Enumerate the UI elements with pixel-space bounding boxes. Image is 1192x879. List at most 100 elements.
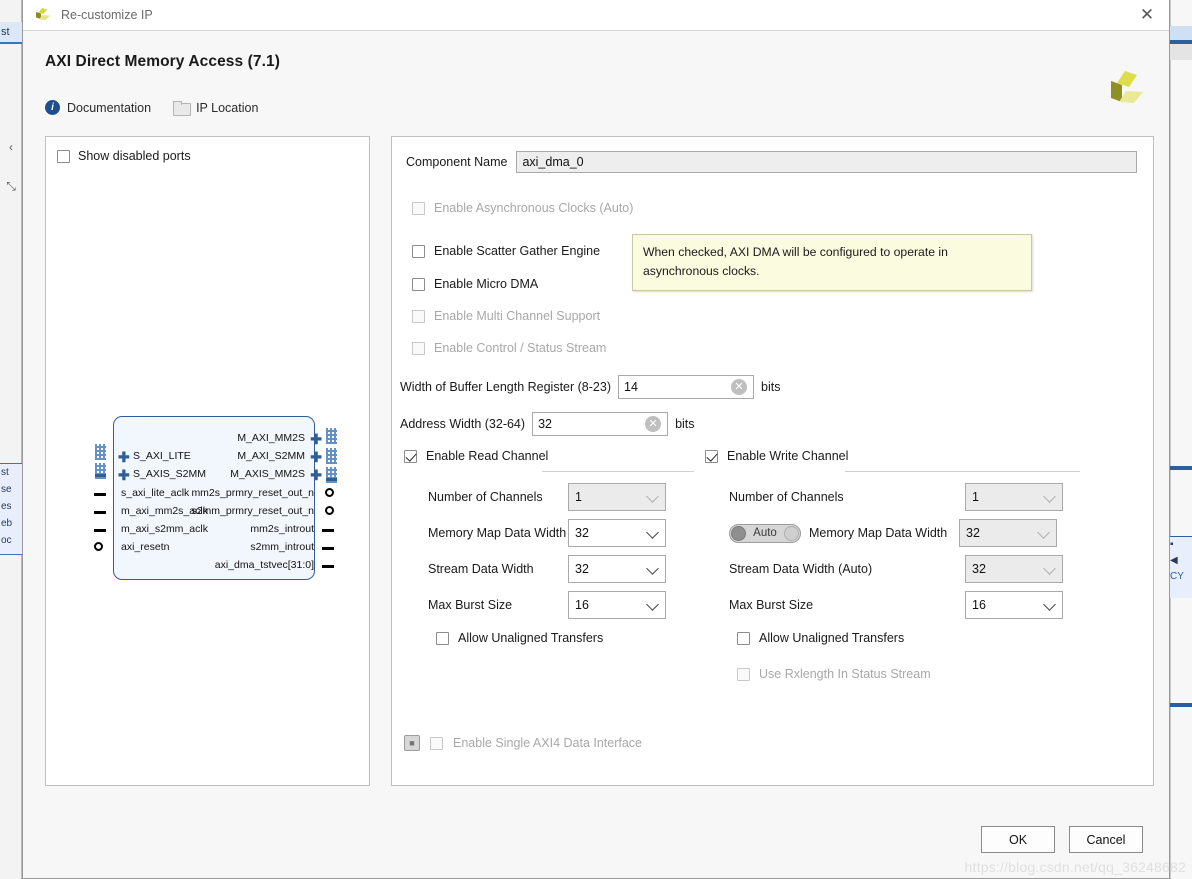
enable-write-channel-checkbox[interactable] [705,449,718,463]
chevron-down-icon [646,490,659,503]
port-label-mm2s-introut: mm2s_introut [250,523,314,535]
write-memory-map-data-width-row: Auto Memory Map Data Width 32 [729,519,1057,547]
write-allow-unaligned-checkbox[interactable] [737,631,750,645]
read-allow-unaligned-checkbox[interactable] [436,631,449,645]
write-memory-map-data-width-select[interactable]: 32 [959,519,1057,547]
auto-toggle[interactable]: Auto [729,523,801,543]
read-number-of-channels-select[interactable]: 1 [568,483,666,511]
expand-m-axi-s2mm-icon[interactable]: ✚ [310,450,322,464]
read-memory-map-data-width-select[interactable]: 32 [568,519,666,547]
enable-multi-channel-checkbox[interactable] [412,309,425,323]
enable-single-axi4-row[interactable]: ■ Enable Single AXI4 Data Interface [404,735,642,751]
ip-location-link[interactable]: IP Location [173,101,258,116]
buffer-length-row: Width of Buffer Length Register (8-23) 1… [392,375,780,399]
enable-async-clocks-checkbox[interactable] [412,201,425,215]
port-label-m-axi-s2mm-aclk: m_axi_s2mm_aclk [121,523,208,535]
enable-read-channel-checkbox[interactable] [404,449,417,463]
enable-micro-dma-row[interactable]: Enable Micro DMA [392,277,538,291]
folder-icon [173,101,192,116]
port-label-m-axi-mm2s: M_AXI_MM2S [237,432,305,444]
write-stream-data-width-select[interactable]: 32 [965,555,1063,583]
chevron-down-icon [646,598,659,611]
chevron-down-icon [1043,598,1056,611]
enable-read-channel-row[interactable]: Enable Read Channel [404,449,704,463]
address-width-label: Address Width (32-64) [400,417,526,431]
read-memory-map-data-width-label: Memory Map Data Width [428,526,567,540]
expand-m-axi-mm2s-icon[interactable]: ✚ [310,432,322,446]
use-rxlength-checkbox[interactable] [737,667,750,681]
bus-pin-m-axi-s2mm [326,448,337,464]
dialog-footer: OK Cancel [23,813,1169,878]
read-allow-unaligned-row[interactable]: Allow Unaligned Transfers [436,631,603,645]
read-max-burst-size-select[interactable]: 16 [568,591,666,619]
enable-scatter-gather-checkbox[interactable] [412,244,425,258]
write-stream-data-width-label: Stream Data Width (Auto) [729,562,873,576]
write-max-burst-size-row: Max Burst Size 16 [729,591,1063,619]
documentation-link[interactable]: i Documentation [45,100,151,115]
show-disabled-ports-row[interactable]: Show disabled ports [46,137,369,163]
enable-read-channel-label: Enable Read Channel [426,449,549,463]
address-width-value: 32 [538,417,552,431]
enable-single-axi4-checkbox[interactable] [430,736,443,750]
enable-async-clocks-label: Enable Asynchronous Clocks (Auto) [434,201,634,215]
auto-toggle-knob-right [784,525,799,541]
expand-m-axis-mm2s-icon[interactable]: ✚ [310,468,322,482]
enable-multi-channel-row[interactable]: Enable Multi Channel Support [392,309,600,323]
enable-micro-dma-checkbox[interactable] [412,277,425,291]
component-name-input[interactable]: axi_dma_0 [516,151,1137,173]
buffer-length-unit: bits [761,380,781,394]
write-allow-unaligned-row[interactable]: Allow Unaligned Transfers [737,631,904,645]
dialog-titlebar: Re-customize IP ✕ [23,0,1169,31]
chevron-down-icon [646,562,659,575]
background-left-strip [0,0,22,879]
expand-s-axis-s2mm-icon[interactable]: ✚ [118,468,130,482]
clear-circle-icon[interactable]: ✕ [731,379,747,395]
lock-icon[interactable]: ■ [404,735,420,751]
write-number-of-channels-select[interactable]: 1 [965,483,1063,511]
read-max-burst-size-value: 16 [575,598,589,612]
use-rxlength-row[interactable]: Use Rxlength In Status Stream [737,667,931,681]
enable-scatter-gather-row[interactable]: Enable Scatter Gather Engine [392,244,600,258]
pin-s2mm-prmry-reset-out-n [325,506,334,515]
read-max-burst-size-row: Max Burst Size 16 [428,591,666,619]
close-icon[interactable]: ✕ [1125,0,1169,30]
auto-toggle-knob-left [731,525,746,541]
pin-mm2s-introut [322,529,334,532]
write-max-burst-size-value: 16 [972,598,986,612]
port-label-s-axis-s2mm: S_AXIS_S2MM [133,468,206,480]
show-disabled-ports-checkbox[interactable] [57,149,70,163]
read-stream-data-width-label: Stream Data Width [428,562,534,576]
write-memory-map-data-width-value: 32 [966,526,980,540]
port-label-axi-resetn: axi_resetn [121,541,170,553]
use-rxlength-label: Use Rxlength In Status Stream [759,667,931,681]
write-channel-divider [845,471,1080,472]
ok-button[interactable]: OK [981,826,1055,853]
enable-control-status-stream-label: Enable Control / Status Stream [434,341,607,355]
background-expand-icon: ⤡ [6,179,16,193]
write-max-burst-size-select[interactable]: 16 [965,591,1063,619]
background-right-tab [1170,26,1192,40]
cancel-button[interactable]: Cancel [1069,826,1143,853]
chevron-down-icon [1043,562,1056,575]
buffer-length-input[interactable]: 14 ✕ [618,375,754,399]
clear-circle-icon[interactable]: ✕ [645,416,662,432]
port-label-m-axi-s2mm: M_AXI_S2MM [237,450,305,462]
ip-config-pane: Component Name axi_dma_0 Enable Asynchro… [391,136,1154,786]
expand-s-axi-lite-icon[interactable]: ✚ [118,450,130,464]
enable-write-channel-row[interactable]: Enable Write Channel [705,449,1095,463]
port-label-s2mm-prmry-reset-out-n: s2mm_prmry_reset_out_n [191,505,314,517]
pin-m-axi-s2mm-aclk [94,529,106,532]
pin-axi-resetn-inverted [94,542,103,551]
component-name-label: Component Name [406,155,508,169]
enable-async-clocks-row[interactable]: Enable Asynchronous Clocks (Auto) [392,201,633,215]
chevron-down-icon [1037,526,1050,539]
write-number-of-channels-label: Number of Channels [729,490,844,504]
header-links: i Documentation IP Location [45,100,1169,116]
bus-pin-m-axi-mm2s [326,428,337,444]
enable-control-status-stream-checkbox[interactable] [412,341,425,355]
address-width-input[interactable]: 32 ✕ [532,412,669,436]
read-stream-data-width-select[interactable]: 32 [568,555,666,583]
component-name-row: Component Name axi_dma_0 [392,137,1153,173]
enable-control-status-stream-row[interactable]: Enable Control / Status Stream [392,341,606,355]
read-stream-data-width-value: 32 [575,562,589,576]
